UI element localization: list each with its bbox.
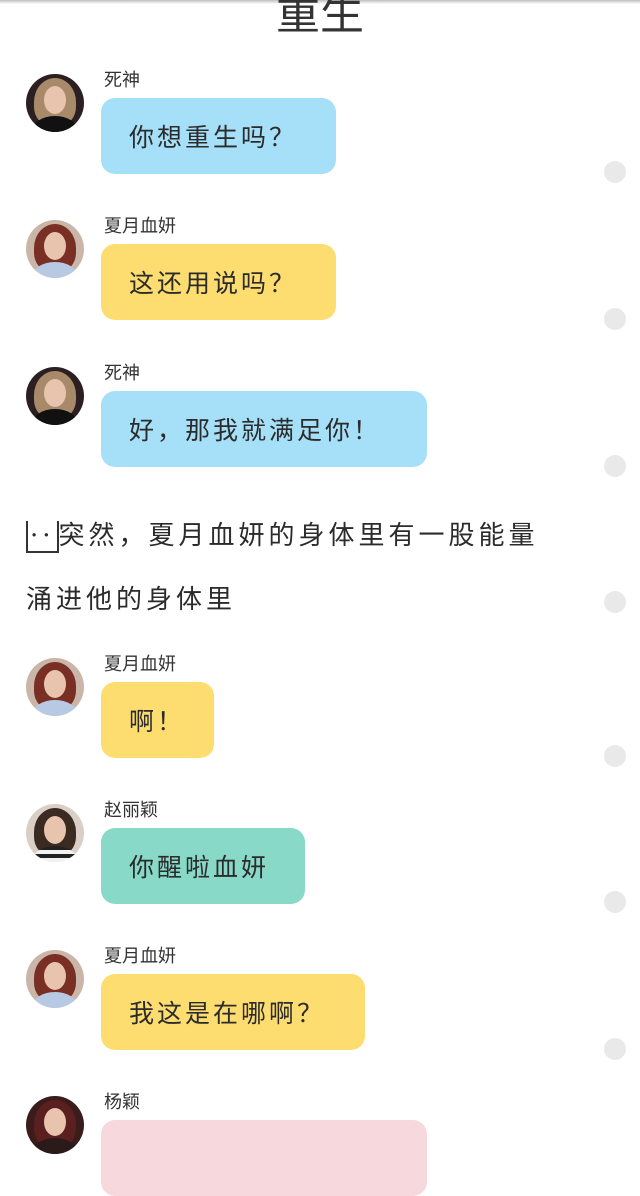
avatar-face (44, 232, 66, 260)
more-dot-icon[interactable] (604, 308, 626, 330)
message-bubble[interactable] (101, 1120, 427, 1196)
speaker-name: 夏月血妍 (104, 654, 176, 675)
more-dot-icon[interactable] (604, 161, 626, 183)
avatar-red-hair-icon[interactable] (26, 950, 84, 1008)
avatar-dark-hair-icon[interactable] (26, 367, 84, 425)
speaker-name: 杨颖 (104, 1092, 140, 1113)
page-title: 重生 (276, 0, 364, 34)
speaker-name: 赵丽颖 (104, 800, 158, 821)
more-dot-icon[interactable] (604, 745, 626, 767)
message-bubble[interactable]: 你想重生吗？ (101, 98, 336, 174)
message-bubble[interactable]: 我这是在哪啊？ (101, 974, 365, 1050)
more-dot-icon[interactable] (604, 1038, 626, 1060)
avatar-red-hair-icon[interactable] (26, 658, 84, 716)
avatar-face (44, 962, 66, 990)
narration-line-1: 突然，夏月血妍的身体里有一股能量 (58, 521, 539, 551)
more-dot-icon[interactable] (604, 591, 626, 613)
message-bubble[interactable]: 啊！ (101, 682, 214, 758)
avatar-face (44, 670, 66, 698)
avatar-dark-red-hair-icon[interactable] (26, 1096, 84, 1154)
avatar-red-hair-icon[interactable] (26, 220, 84, 278)
avatar-face (44, 86, 66, 114)
avatar-face (44, 816, 66, 844)
narration-line-2: 涌进他的身体里 (26, 585, 237, 615)
message-bubble[interactable]: 你醒啦血妍 (101, 828, 305, 904)
speaker-name: 死神 (104, 363, 140, 384)
speaker-name: 夏月血妍 (104, 946, 176, 967)
speaker-name: 死神 (104, 70, 140, 91)
narration-line: ·· 突然，夏月血妍的身体里有一股能量 (26, 504, 616, 568)
message-bubble[interactable]: 这还用说吗？ (101, 244, 336, 320)
more-dot-icon[interactable] (604, 891, 626, 913)
avatar-dark-hair-icon[interactable] (26, 74, 84, 132)
avatar-striped-shirt-icon[interactable] (26, 804, 84, 862)
avatar-face (44, 379, 66, 407)
narration-text: ·· 突然，夏月血妍的身体里有一股能量 涌进他的身体里 (26, 504, 616, 632)
avatar-face (44, 1108, 66, 1136)
top-bar: 重生 (0, 0, 640, 34)
more-dot-icon[interactable] (604, 455, 626, 477)
ellipsis-mark: ·· (26, 521, 59, 553)
speaker-name: 夏月血妍 (104, 216, 176, 237)
message-bubble[interactable]: 好，那我就满足你！ (101, 391, 427, 467)
